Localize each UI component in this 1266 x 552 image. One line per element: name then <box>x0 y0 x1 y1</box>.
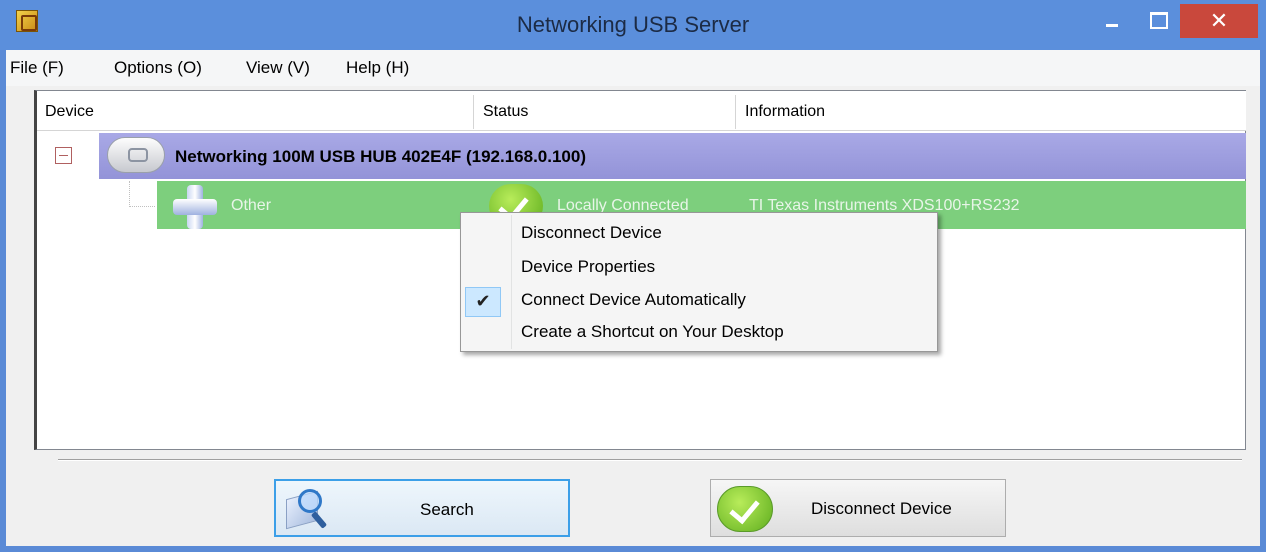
menu-item-connect-automatically[interactable]: Connect Device Automatically <box>521 284 746 314</box>
maximize-button[interactable] <box>1136 4 1180 38</box>
tree-connector <box>129 181 155 207</box>
collapse-minus-icon[interactable] <box>55 147 72 164</box>
disconnect-device-button[interactable]: Disconnect Device <box>710 479 1006 537</box>
menu-check-highlight: ✔ <box>465 287 501 317</box>
search-button-label: Search <box>420 500 474 519</box>
plus-device-icon <box>173 185 217 229</box>
menu-item-device-properties[interactable]: Device Properties <box>521 251 655 281</box>
menu-view[interactable]: View (V) <box>246 58 310 78</box>
separator-line <box>58 459 1242 461</box>
title-bar[interactable]: Networking USB Server ✕ <box>0 0 1266 50</box>
search-icon <box>286 489 330 531</box>
column-separator[interactable] <box>735 95 736 129</box>
search-button[interactable]: Search <box>274 479 570 537</box>
minimize-button[interactable] <box>1090 4 1134 38</box>
column-separator[interactable] <box>473 95 474 129</box>
app-window: Networking USB Server ✕ File (F) Options… <box>0 0 1266 552</box>
hub-label: Networking 100M USB HUB 402E4F (192.168.… <box>175 147 587 166</box>
menu-gutter <box>511 215 512 349</box>
menu-bar: File (F) Options (O) View (V) Help (H) <box>6 50 1260 86</box>
green-check-icon <box>717 486 773 532</box>
list-header: Device Status Information <box>37 91 1246 131</box>
client-area: File (F) Options (O) View (V) Help (H) D… <box>6 50 1260 546</box>
menu-item-disconnect-device[interactable]: Disconnect Device <box>521 217 662 247</box>
usb-hub-icon <box>107 137 165 173</box>
menu-file[interactable]: File (F) <box>10 58 64 78</box>
column-header-status[interactable]: Status <box>475 91 735 131</box>
column-header-device[interactable]: Device <box>37 91 473 131</box>
disconnect-button-label: Disconnect Device <box>811 499 952 518</box>
close-icon: ✕ <box>1209 8 1229 33</box>
menu-help[interactable]: Help (H) <box>346 58 409 78</box>
close-button[interactable]: ✕ <box>1180 4 1258 38</box>
checkmark-icon: ✔ <box>475 291 491 311</box>
menu-options[interactable]: Options (O) <box>114 58 202 78</box>
device-name: Other <box>231 197 272 214</box>
context-menu: ✔ Disconnect Device Device Properties Co… <box>460 212 938 352</box>
column-header-information[interactable]: Information <box>737 91 1242 131</box>
window-title: Networking USB Server <box>516 12 750 37</box>
menu-item-create-shortcut[interactable]: Create a Shortcut on Your Desktop <box>521 316 784 346</box>
